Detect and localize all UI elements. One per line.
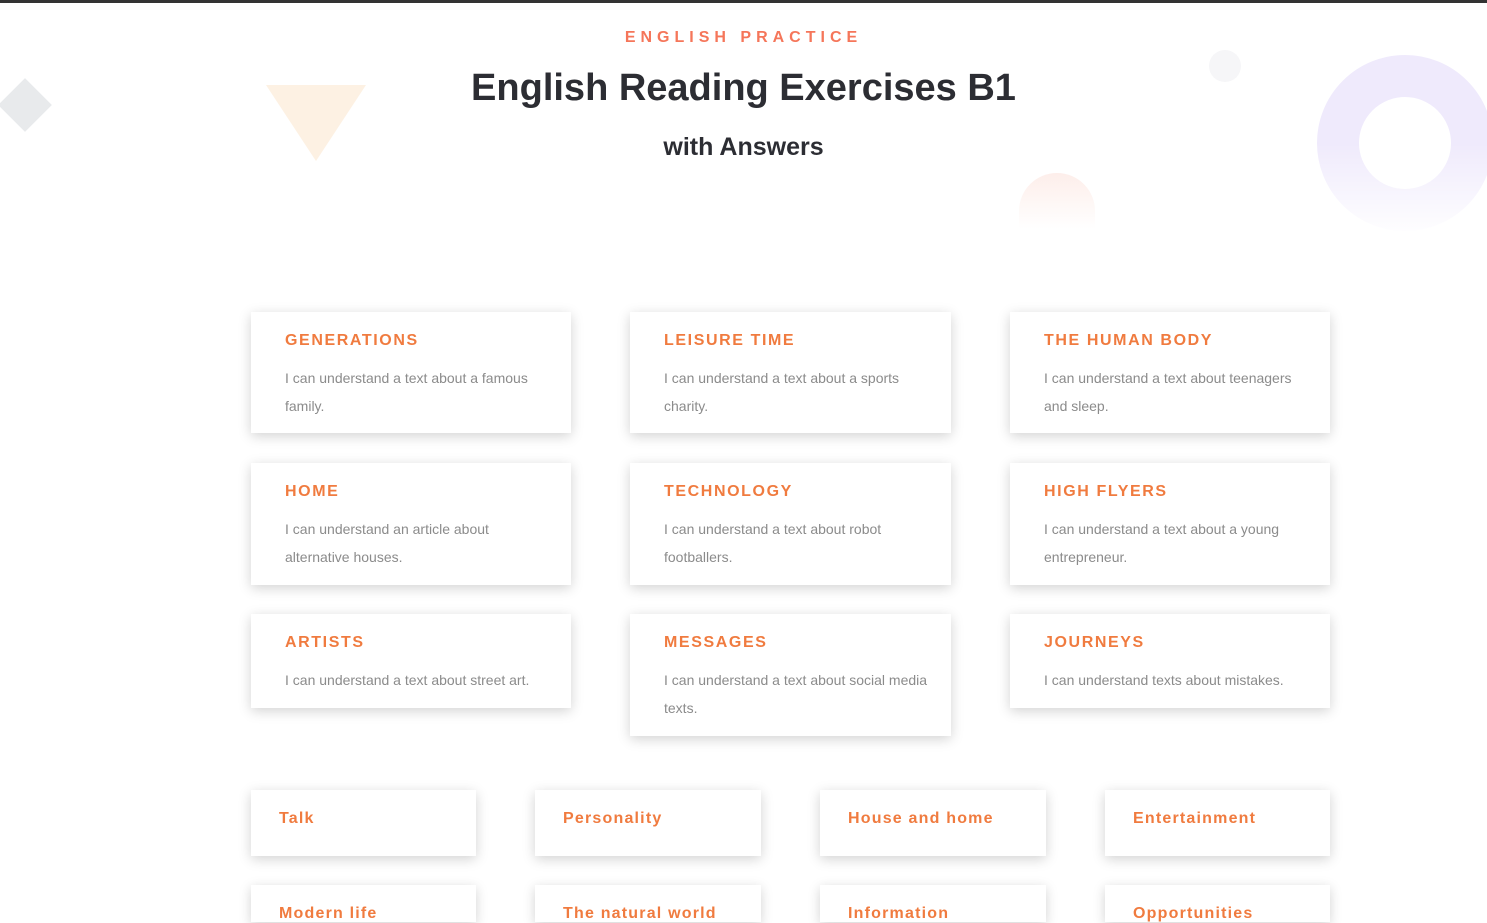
topic-link-modern-life[interactable]: Modern life: [251, 885, 476, 922]
topic-link-personality[interactable]: Personality: [535, 790, 761, 856]
decorative-half-circle: [1019, 173, 1095, 229]
topic-link-entertainment[interactable]: Entertainment: [1105, 790, 1330, 856]
unit-card-title: HOME: [285, 483, 340, 500]
unit-card-description: I can understand a text about street art…: [285, 672, 530, 688]
page-title: English Reading Exercises B1: [471, 67, 1016, 109]
unit-card-home[interactable]: HOME I can understand an article about a…: [251, 463, 571, 585]
topic-link-the-natural-world[interactable]: The natural world: [535, 885, 761, 922]
unit-card-title: LEISURE TIME: [664, 332, 796, 349]
unit-card-high-flyers[interactable]: HIGH FLYERS I can understand a text abou…: [1010, 463, 1330, 585]
unit-card-description: I can understand a text about robot foot…: [664, 521, 882, 565]
unit-card-description: I can understand a text about a young en…: [1044, 521, 1280, 565]
unit-card-title: GENERATIONS: [285, 332, 419, 349]
unit-card-title: ARTISTS: [285, 634, 365, 651]
unit-card-title: HIGH FLYERS: [1044, 483, 1168, 500]
unit-card-title: JOURNEYS: [1044, 634, 1145, 651]
page-subtitle: with Answers: [663, 133, 824, 161]
topic-link-house-and-home[interactable]: House and home: [820, 790, 1046, 856]
unit-card-description: I can understand a text about social med…: [664, 672, 928, 716]
unit-card-the-human-body[interactable]: THE HUMAN BODY I can understand a text a…: [1010, 312, 1330, 433]
unit-card-generations[interactable]: GENERATIONS I can understand a text abou…: [251, 312, 571, 433]
unit-card-leisure-time[interactable]: LEISURE TIME I can understand a text abo…: [630, 312, 951, 433]
unit-card-description: I can understand texts about mistakes.: [1044, 672, 1284, 688]
section-kicker: ENGLISH PRACTICE: [624, 29, 863, 46]
unit-card-description: I can understand an article about altern…: [285, 521, 489, 565]
unit-card-title: TECHNOLOGY: [664, 483, 793, 500]
unit-card-messages[interactable]: MESSAGES I can understand a text about s…: [630, 614, 951, 736]
unit-card-description: I can understand a text about a sports c…: [664, 370, 900, 414]
topic-link-opportunities[interactable]: Opportunities: [1105, 885, 1330, 922]
unit-card-title: MESSAGES: [664, 634, 768, 651]
unit-card-technology[interactable]: TECHNOLOGY I can understand a text about…: [630, 463, 951, 585]
unit-card-title: THE HUMAN BODY: [1044, 332, 1214, 349]
topic-link-talk[interactable]: Talk: [251, 790, 476, 856]
topic-link-information[interactable]: Information: [820, 885, 1046, 922]
unit-card-description: I can understand a text about a famous f…: [285, 370, 528, 414]
unit-card-description: I can understand a text about teenagers …: [1044, 370, 1292, 414]
unit-card-artists[interactable]: ARTISTS I can understand a text about st…: [251, 614, 571, 708]
unit-card-journeys[interactable]: JOURNEYS I can understand texts about mi…: [1010, 614, 1330, 708]
